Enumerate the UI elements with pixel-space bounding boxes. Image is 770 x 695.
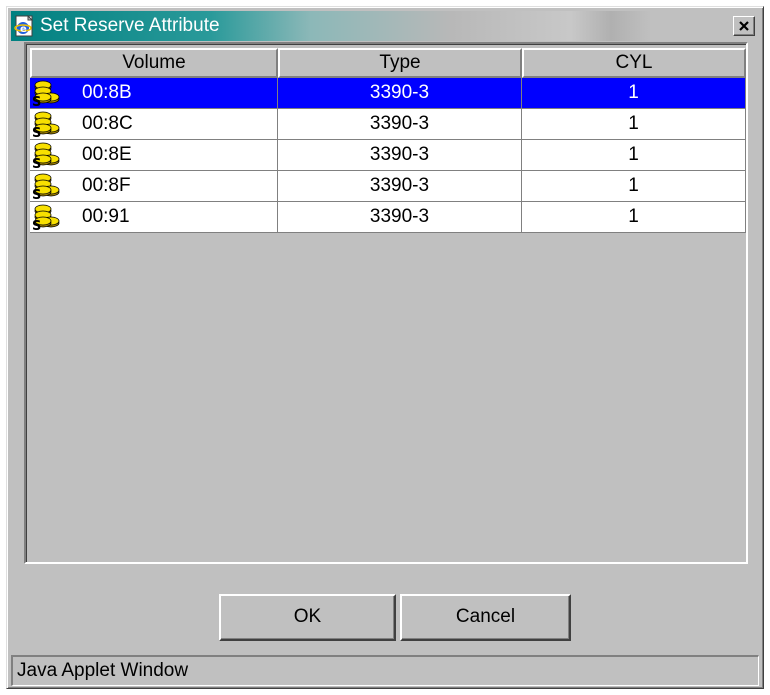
svg-text:S: S [32,95,41,107]
dialog-window: e Set Reserve Attribute Volume Type CYL … [6,6,764,689]
volume-cell: 00:8F [82,175,131,196]
cyl-cell: 1 [522,140,746,170]
stacked-disks-icon: S [32,111,60,138]
table-header: Volume Type CYL [30,48,746,78]
type-cell: 3390-3 [278,109,522,139]
cyl-cell: 1 [522,171,746,201]
table-body: S 00:8B 3390-3 1 S 00:8C 3390-3 1 S 00:8… [30,78,746,233]
cyl-cell: 1 [522,202,746,232]
svg-text:S: S [32,126,41,138]
table-row[interactable]: S 00:8F 3390-3 1 [30,171,746,202]
svg-text:S: S [32,157,41,169]
volume-table[interactable]: Volume Type CYL S 00:8B 3390-3 1 S 00:8C [24,42,748,564]
svg-text:S: S [32,188,41,200]
volume-cell: 00:8C [82,113,133,134]
type-cell: 3390-3 [278,78,522,108]
cancel-button[interactable]: Cancel [400,594,571,641]
column-header-volume[interactable]: Volume [30,48,278,78]
type-cell: 3390-3 [278,140,522,170]
cyl-cell: 1 [522,109,746,139]
stacked-disks-icon: S [32,142,60,169]
type-cell: 3390-3 [278,202,522,232]
table-row[interactable]: S 00:8E 3390-3 1 [30,140,746,171]
status-bar: Java Applet Window [11,655,759,686]
ok-button[interactable]: OK [219,594,396,641]
title-bar[interactable]: e Set Reserve Attribute [11,11,759,41]
volume-cell: 00:8B [82,82,132,103]
stacked-disks-icon: S [32,173,60,200]
svg-text:e: e [20,24,27,35]
cyl-cell: 1 [522,78,746,108]
close-icon [739,21,749,31]
type-cell: 3390-3 [278,171,522,201]
table-row[interactable]: S 00:8C 3390-3 1 [30,109,746,140]
volume-cell: 00:8E [82,144,132,165]
column-header-cyl[interactable]: CYL [522,48,746,78]
close-button[interactable] [733,16,755,36]
table-row[interactable]: S 00:8B 3390-3 1 [30,78,746,109]
volume-cell: 00:91 [82,206,130,227]
column-header-type[interactable]: Type [278,48,522,78]
stacked-disks-icon: S [32,204,60,231]
table-row[interactable]: S 00:91 3390-3 1 [30,202,746,233]
stacked-disks-icon: S [32,80,60,107]
window-title: Set Reserve Attribute [40,15,220,36]
applet-icon: e [14,15,34,37]
svg-text:S: S [32,219,41,231]
